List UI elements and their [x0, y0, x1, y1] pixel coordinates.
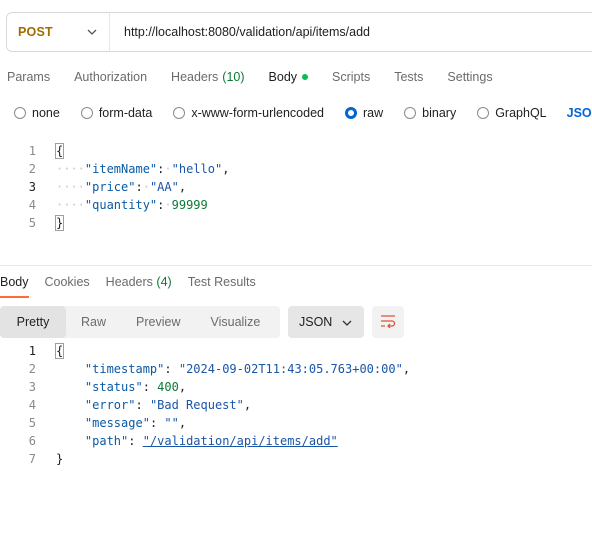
radio-raw[interactable]: raw: [345, 106, 383, 120]
code-line: 5 }: [28, 215, 65, 231]
radio-circle[interactable]: [477, 107, 490, 119]
request-tabs: Params Authorization Headers (10) Body Sc…: [7, 69, 517, 85]
request-body-editor[interactable]: 1 { 2 ····"itemName":·"hello", 3 ····"pr…: [0, 142, 592, 232]
radio-graphql[interactable]: GraphQL: [477, 106, 547, 120]
view-visualize[interactable]: Visualize: [195, 306, 275, 338]
response-format-select[interactable]: JSON: [288, 306, 364, 338]
view-raw[interactable]: Raw: [66, 306, 121, 338]
chevron-down-icon: [87, 27, 97, 37]
tab-response-body[interactable]: Body: [0, 275, 29, 289]
code-line: 1 {: [28, 343, 65, 359]
tab-params[interactable]: Params: [7, 70, 50, 84]
tab-tests[interactable]: Tests: [394, 70, 423, 84]
code-line: 3 ····"price":·"AA",: [28, 180, 187, 194]
tab-test-results[interactable]: Test Results: [188, 275, 256, 289]
chevron-down-icon: [342, 315, 352, 329]
radio-circle-checked[interactable]: [345, 107, 357, 119]
response-body-viewer[interactable]: 1 { 2 "timestamp": "2024-09-02T11:43:05.…: [0, 342, 592, 468]
code-line: 2 "timestamp": "2024-09-02T11:43:05.763+…: [28, 362, 411, 376]
body-type-options: none form-data x-www-form-urlencoded raw…: [14, 104, 592, 122]
response-headers-count: (4): [156, 275, 172, 289]
wrap-lines-button[interactable]: [372, 306, 404, 338]
code-line: 7 }: [28, 452, 64, 466]
tab-authorization[interactable]: Authorization: [74, 70, 147, 84]
code-line: 2 ····"itemName":·"hello",: [28, 162, 230, 176]
path-link[interactable]: "/validation/api/items/add": [143, 434, 338, 448]
radio-circle[interactable]: [173, 107, 186, 119]
radio-none[interactable]: none: [14, 106, 60, 120]
tab-settings[interactable]: Settings: [447, 70, 492, 84]
view-mode-segmented: Pretty Raw Preview Visualize: [0, 306, 280, 338]
radio-circle[interactable]: [80, 107, 93, 119]
tab-response-cookies[interactable]: Cookies: [45, 275, 90, 289]
tab-body[interactable]: Body: [269, 70, 309, 84]
radio-binary[interactable]: binary: [404, 106, 456, 120]
radio-form-data[interactable]: form-data: [80, 106, 152, 120]
code-line: 6 "path": "/validation/api/items/add": [28, 434, 338, 448]
code-line: 4 "error": "Bad Request",: [28, 398, 252, 412]
body-modified-dot: [302, 74, 309, 80]
radio-urlencoded[interactable]: x-www-form-urlencoded: [173, 106, 324, 120]
tab-headers[interactable]: Headers (10): [171, 70, 244, 84]
pane-divider[interactable]: [0, 265, 592, 266]
url-input[interactable]: http://localhost:8080/validation/api/ite…: [110, 25, 370, 39]
wrap-lines-icon: [380, 314, 396, 331]
raw-format-select[interactable]: JSON: [567, 106, 592, 120]
response-tabs: Body Cookies Headers (4) Test Results: [0, 274, 272, 290]
code-line: 1 {: [28, 143, 65, 159]
method-label: POST: [18, 25, 53, 39]
tab-response-headers[interactable]: Headers (4): [106, 275, 172, 289]
active-tab-indicator: [0, 296, 29, 298]
code-line: 5 "message": "",: [28, 416, 187, 430]
view-pretty[interactable]: Pretty: [0, 306, 66, 338]
code-line: 4 ····"quantity":·99999: [28, 198, 208, 212]
radio-circle[interactable]: [14, 107, 26, 119]
view-preview[interactable]: Preview: [121, 306, 195, 338]
method-select[interactable]: POST: [7, 13, 110, 51]
radio-circle[interactable]: [404, 107, 417, 119]
code-line: 3 "status": 400,: [28, 380, 187, 394]
url-bar: POST http://localhost:8080/validation/ap…: [6, 12, 592, 52]
headers-count: (10): [222, 70, 245, 84]
tab-scripts[interactable]: Scripts: [332, 70, 370, 84]
